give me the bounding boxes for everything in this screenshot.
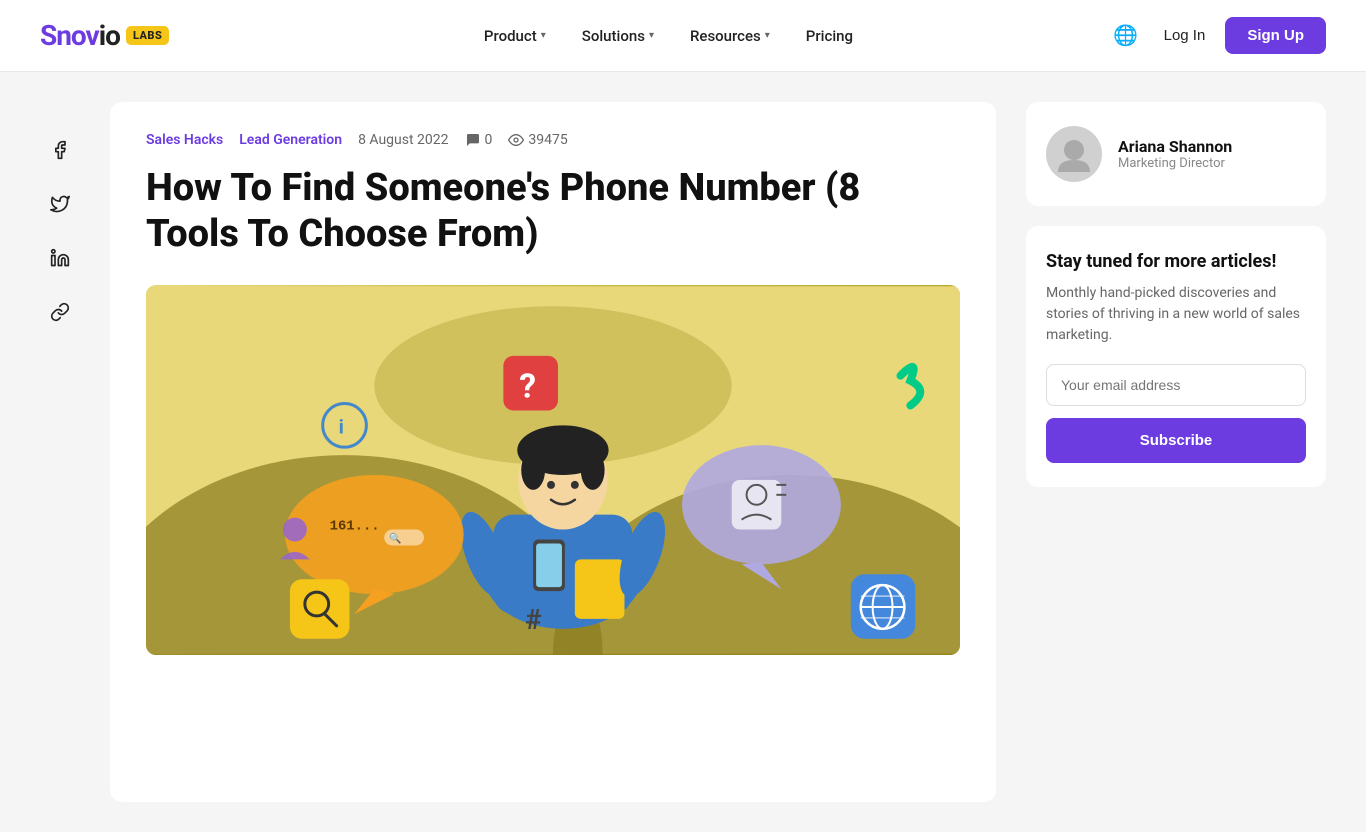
chevron-down-icon: ▾	[765, 30, 770, 41]
facebook-share-button[interactable]	[42, 132, 78, 168]
author-avatar	[1046, 126, 1102, 182]
newsletter-description: Monthly hand-picked discoveries and stor…	[1046, 283, 1306, 346]
navbar: Snovio LABS Product ▾ Solutions ▾ Resour…	[0, 0, 1366, 72]
nav-links: Product ▾ Solutions ▾ Resources ▾ Pricin…	[229, 27, 1107, 45]
article-comments: 0	[465, 132, 493, 148]
right-sidebar: Ariana Shannon Marketing Director Stay t…	[1026, 102, 1326, 802]
page-wrap: Sales Hacks Lead Generation 8 August 202…	[0, 72, 1366, 832]
article-views: 39475	[508, 132, 567, 148]
author-role: Marketing Director	[1118, 156, 1232, 171]
eye-icon	[508, 132, 524, 148]
globe-icon: 🌐	[1113, 23, 1138, 48]
svg-text:?: ?	[519, 368, 536, 407]
author-info: Ariana Shannon Marketing Director	[1118, 137, 1232, 171]
login-button[interactable]: Log In	[1164, 27, 1206, 44]
email-input[interactable]	[1046, 364, 1306, 406]
subscribe-button[interactable]: Subscribe	[1046, 418, 1306, 463]
svg-text:161...: 161...	[330, 519, 380, 535]
svg-text:#: #	[525, 603, 541, 636]
labs-badge: LABS	[126, 26, 169, 45]
nav-item-pricing[interactable]: Pricing	[806, 27, 853, 45]
newsletter-card: Stay tuned for more articles! Monthly ha…	[1026, 226, 1326, 487]
chevron-down-icon: ▾	[541, 30, 546, 41]
svg-text:🔍: 🔍	[389, 532, 401, 545]
nav-item-solutions[interactable]: Solutions ▾	[582, 27, 654, 45]
comment-icon	[465, 132, 481, 148]
linkedin-share-button[interactable]	[42, 240, 78, 276]
logo-text: Snovio	[40, 19, 120, 52]
author-name: Ariana Shannon	[1118, 137, 1232, 156]
author-card: Ariana Shannon Marketing Director	[1026, 102, 1326, 206]
tag-sales-hacks[interactable]: Sales Hacks	[146, 132, 223, 148]
article-title: How To Find Someone's Phone Number (8 To…	[146, 166, 960, 257]
nav-item-resources[interactable]: Resources ▾	[690, 27, 770, 45]
article-meta: Sales Hacks Lead Generation 8 August 202…	[146, 132, 960, 148]
nav-actions: 🌐 Log In Sign Up	[1108, 17, 1326, 54]
article-hero-image: 161... 🔍 i	[146, 285, 960, 655]
hero-illustration: 161... 🔍 i	[146, 285, 960, 655]
article: Sales Hacks Lead Generation 8 August 202…	[110, 102, 996, 802]
svg-text:i: i	[339, 415, 344, 438]
chevron-down-icon: ▾	[649, 30, 654, 41]
twitter-share-button[interactable]	[42, 186, 78, 222]
tag-lead-generation[interactable]: Lead Generation	[239, 132, 342, 148]
language-button[interactable]: 🌐	[1108, 18, 1144, 54]
copy-link-button[interactable]	[42, 294, 78, 330]
signup-button[interactable]: Sign Up	[1225, 17, 1326, 54]
newsletter-title: Stay tuned for more articles!	[1046, 250, 1306, 273]
social-sidebar	[40, 102, 80, 802]
article-date: 8 August 2022	[358, 132, 448, 148]
nav-item-product[interactable]: Product ▾	[484, 27, 546, 45]
logo[interactable]: Snovio LABS	[40, 19, 169, 52]
